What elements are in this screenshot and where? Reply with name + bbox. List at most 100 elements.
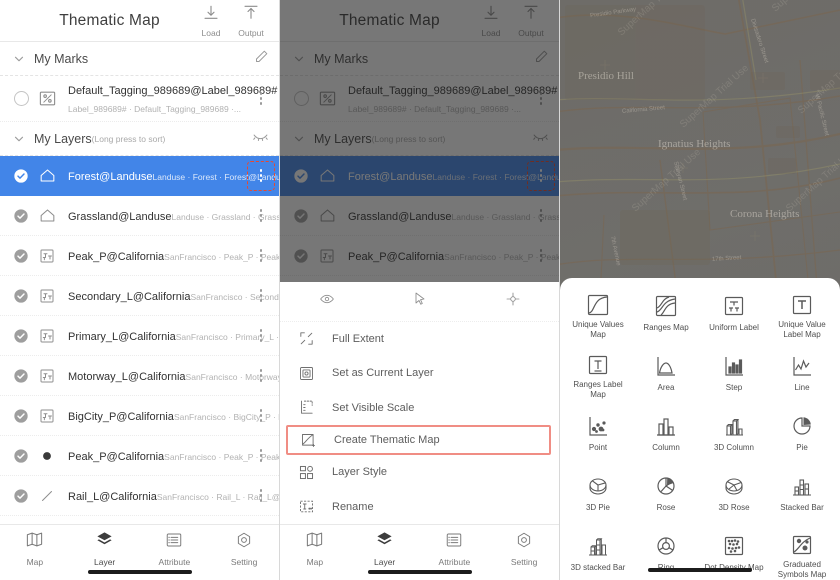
layer-checkbox[interactable] xyxy=(10,288,32,304)
layer-checkbox[interactable] xyxy=(10,168,32,184)
layer-row[interactable]: Forest@LanduseLanduse · Forest · Forest@… xyxy=(280,156,559,196)
layer-menu-button[interactable] xyxy=(529,243,553,269)
select-tool[interactable] xyxy=(373,291,466,312)
gear-icon xyxy=(235,531,253,554)
menu-item-set-as-current-layer[interactable]: Set as Current Layer xyxy=(280,356,559,391)
layer-menu-button[interactable] xyxy=(249,243,273,269)
layer-menu-button[interactable] xyxy=(249,483,273,509)
layer-row[interactable]: BigCity_P@CaliforniaSanFrancisco · BigCi… xyxy=(0,396,279,436)
thematic-type-unique-values-map[interactable]: Unique Values Map xyxy=(564,286,632,344)
thematic-type-pie[interactable]: Pie xyxy=(768,406,836,464)
uniform-label-icon xyxy=(722,292,746,320)
group-my-marks[interactable]: My Marks xyxy=(280,42,559,76)
load-button[interactable]: Load xyxy=(471,4,511,38)
menu-item-label: Rename xyxy=(332,500,374,513)
thematic-type-label: Area xyxy=(657,383,675,392)
layers-icon xyxy=(375,530,394,554)
menu-item-layer-style[interactable]: Layer Style xyxy=(280,455,559,490)
thematic-type-unique-value-label-map[interactable]: Unique Value Label Map xyxy=(768,286,836,344)
layer-checkbox[interactable] xyxy=(10,408,32,424)
nav-item-map[interactable]: Map xyxy=(0,525,70,580)
layer-checkbox[interactable] xyxy=(290,168,312,184)
eye-off-icon[interactable] xyxy=(252,128,269,150)
nav-item-setting[interactable]: Setting xyxy=(489,525,559,580)
thematic-type-ranges-label-map[interactable]: Ranges Label Map xyxy=(564,346,632,404)
thematic-type-ranges-map[interactable]: Ranges Map xyxy=(632,286,700,344)
thematic-type-point[interactable]: Point xyxy=(564,406,632,464)
nav-item-setting[interactable]: Setting xyxy=(209,525,279,580)
thematic-map-icon xyxy=(300,432,334,449)
thematic-type-line[interactable]: Line xyxy=(768,346,836,404)
menu-item-create-thematic-map[interactable]: Create Thematic Map xyxy=(286,425,551,455)
thematic-type-label: Ranges Label Map xyxy=(573,380,623,399)
layer-menu-button[interactable] xyxy=(249,323,273,349)
group-my-layers[interactable]: My Layers (Long press to sort) xyxy=(280,122,559,156)
pencil-icon[interactable] xyxy=(534,49,549,69)
list-item[interactable]: Default_Tagging_989689@Label_989689# Lab… xyxy=(0,76,279,122)
thematic-type-uniform-label[interactable]: Uniform Label xyxy=(700,286,768,344)
layer-row-text: Motorway_L@CaliforniaSanFrancisco · Moto… xyxy=(62,367,279,385)
mark-checkbox[interactable] xyxy=(10,91,32,106)
menu-item-set-visible-scale[interactable]: Set Visible Scale xyxy=(280,391,559,426)
group-my-marks[interactable]: My Marks xyxy=(0,42,279,76)
load-button[interactable]: Load xyxy=(191,4,231,38)
output-button[interactable]: Output xyxy=(231,4,271,38)
pencil-icon[interactable] xyxy=(254,49,269,69)
layer-menu-button[interactable] xyxy=(249,403,273,429)
chevron-down-icon xyxy=(12,52,34,66)
layer-menu-button[interactable] xyxy=(249,443,273,469)
layer-checkbox[interactable] xyxy=(10,208,32,224)
3d-rose-chart-icon xyxy=(722,472,746,500)
layer-checkbox[interactable] xyxy=(10,448,32,464)
layer-row[interactable]: Peak_P@CaliforniaSanFrancisco · Peak_P ·… xyxy=(280,236,559,276)
layer-menu-button[interactable] xyxy=(529,203,553,229)
output-button[interactable]: Output xyxy=(511,4,551,38)
center-tool[interactable] xyxy=(466,291,559,312)
layer-row[interactable]: Peak_P@CaliforniaSanFrancisco · Peak_P ·… xyxy=(0,436,279,476)
thematic-type-3d-column[interactable]: 3D Column xyxy=(700,406,768,464)
thematic-type-3d-rose[interactable]: 3D Rose xyxy=(700,466,768,524)
layer-row-text: BigCity_P@CaliforniaSanFrancisco · BigCi… xyxy=(62,407,279,425)
thematic-type-column[interactable]: Column xyxy=(632,406,700,464)
thematic-type-label: 3D Rose xyxy=(718,503,750,512)
thematic-type-step[interactable]: Step xyxy=(700,346,768,404)
layer-row[interactable]: Grassland@LanduseLanduse · Grassland · G… xyxy=(280,196,559,236)
list-item-menu-button[interactable] xyxy=(249,86,273,112)
crosshair-icon xyxy=(505,291,521,312)
layer-row[interactable]: Grassland@LanduseLanduse · Grassland · G… xyxy=(0,196,279,236)
group-my-layers[interactable]: My Layers (Long press to sort) xyxy=(0,122,279,156)
layer-checkbox[interactable] xyxy=(10,328,32,344)
layer-row[interactable]: Motorway_L@CaliforniaSanFrancisco · Moto… xyxy=(0,356,279,396)
layer-menu-button[interactable] xyxy=(247,160,275,191)
nav-item-map[interactable]: Map xyxy=(280,525,350,580)
mark-checkbox[interactable] xyxy=(290,91,312,106)
layer-row[interactable]: Peak_P@CaliforniaSanFrancisco · Peak_P ·… xyxy=(0,236,279,276)
layer-row[interactable]: Primary_L@CaliforniaSanFrancisco · Prima… xyxy=(0,316,279,356)
thematic-type-area[interactable]: Area xyxy=(632,346,700,404)
layer-checkbox[interactable] xyxy=(10,488,32,504)
menu-item-full-extent[interactable]: Full Extent xyxy=(280,322,559,357)
layer-checkbox[interactable] xyxy=(290,208,312,224)
thematic-type-stacked-bar[interactable]: Stacked Bar xyxy=(768,466,836,524)
visibility-tool[interactable] xyxy=(280,291,373,312)
list-item[interactable]: Default_Tagging_989689@Label_989689# Lab… xyxy=(280,76,559,122)
layer-menu-button[interactable] xyxy=(249,363,273,389)
layer-checkbox[interactable] xyxy=(10,368,32,384)
thematic-type-3d-pie[interactable]: 3D Pie xyxy=(564,466,632,524)
layer-checkbox[interactable] xyxy=(10,248,32,264)
menu-item-rename[interactable]: Rename xyxy=(280,490,559,525)
thematic-type-graduated-symbols-map[interactable]: Graduated Symbols Map xyxy=(768,526,836,580)
thematic-type-rose[interactable]: Rose xyxy=(632,466,700,524)
label-tt-icon xyxy=(32,367,62,385)
layer-checkbox[interactable] xyxy=(290,248,312,264)
layer-row[interactable]: Forest@LanduseLanduse · Forest · Forest@… xyxy=(0,156,279,196)
layer-menu-button[interactable] xyxy=(527,160,555,191)
list-item-menu-button[interactable] xyxy=(529,86,553,112)
layer-menu-button[interactable] xyxy=(249,283,273,309)
layer-menu-button[interactable] xyxy=(249,203,273,229)
layer-row[interactable]: Secondary_L@CaliforniaSanFrancisco · Sec… xyxy=(0,276,279,316)
layer-row[interactable]: Rail_L@CaliforniaSanFrancisco · Rail_L ·… xyxy=(0,476,279,516)
panel-context-menu: Thematic Map Load Output My Marks Defaul… xyxy=(280,0,560,580)
thematic-type-3d-stacked-bar[interactable]: 3D stacked Bar xyxy=(564,526,632,580)
eye-off-icon[interactable] xyxy=(532,128,549,150)
